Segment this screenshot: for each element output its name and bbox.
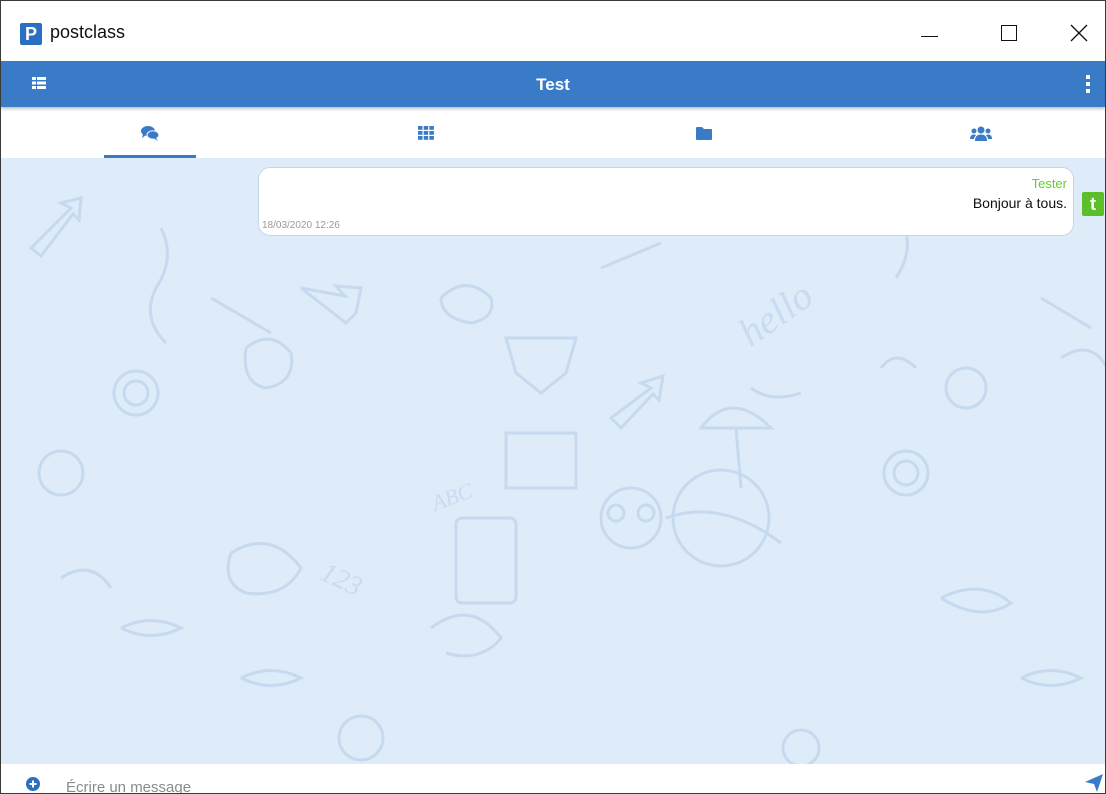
more-options-icon[interactable] (1084, 75, 1092, 93)
chat-area[interactable]: hello 123 ABC Tester Bonjour à tous. 18/… (1, 158, 1105, 764)
sender-avatar[interactable]: t (1082, 192, 1104, 216)
message-timestamp: 18/03/2020 12:26 (262, 220, 340, 231)
message-text: Bonjour à tous. (972, 195, 1067, 211)
minimize-button[interactable] (906, 10, 952, 56)
conversation-title: Test (536, 75, 570, 94)
close-button[interactable] (1056, 10, 1102, 56)
tab-apps[interactable] (380, 108, 472, 158)
svg-text:ABC: ABC (426, 478, 476, 516)
grid-icon (418, 126, 434, 140)
maximize-icon (1001, 25, 1017, 41)
message-bubble[interactable]: Tester Bonjour à tous. 18/03/2020 12:26 (258, 167, 1074, 236)
message-composer (1, 764, 1105, 793)
message-sender: Tester (1031, 176, 1067, 191)
tab-members[interactable] (935, 108, 1027, 158)
app-header: Test (1, 61, 1105, 107)
app-window: P postclass Test hello 123 ABC Tester Bo… (0, 0, 1106, 794)
message-input[interactable] (64, 777, 1066, 793)
app-title: postclass (50, 22, 126, 42)
tab-bar (1, 108, 1105, 158)
chat-bubbles-icon (141, 126, 160, 141)
close-icon (1070, 24, 1088, 42)
svg-text:hello: hello (730, 272, 821, 355)
doodle-background: hello 123 ABC (28, 196, 1105, 764)
tab-messages[interactable] (104, 108, 196, 158)
svg-text:123: 123 (316, 557, 367, 603)
minimize-icon (920, 35, 938, 37)
users-icon (970, 126, 992, 141)
tab-files[interactable] (658, 108, 750, 158)
app-logo-icon: P (20, 23, 42, 45)
send-icon[interactable] (1085, 774, 1103, 792)
folder-icon (696, 126, 712, 140)
title-bar: P postclass (1, 1, 1105, 59)
add-attachment-icon[interactable] (26, 777, 40, 791)
maximize-button[interactable] (986, 10, 1032, 56)
